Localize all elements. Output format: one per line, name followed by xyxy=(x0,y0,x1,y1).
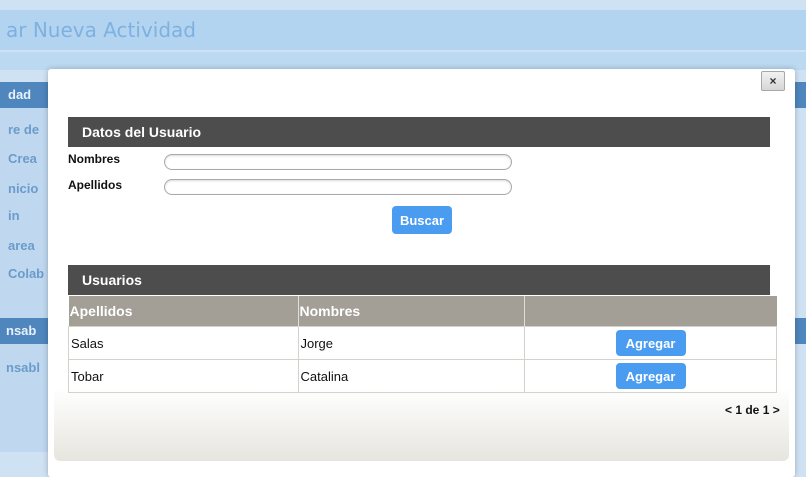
sidebar-field-label: area xyxy=(8,238,35,253)
close-button[interactable]: × xyxy=(761,71,785,91)
sidebar-header-2: nsab xyxy=(0,318,48,344)
apellidos-label: Apellidos xyxy=(68,178,123,192)
sidebar-field-label: Crea xyxy=(8,151,37,166)
cell-action: Agregar xyxy=(523,359,777,393)
pagination[interactable]: < 1 de 1 > xyxy=(725,403,780,417)
sidebar-header: dad xyxy=(0,82,48,108)
nombres-label: Nombres xyxy=(68,152,121,166)
sidebar-field-label: in xyxy=(8,208,20,223)
right-header-edge xyxy=(795,82,806,108)
usuarios-section-header: Usuarios xyxy=(68,265,770,295)
sidebar-header-label: dad xyxy=(8,87,32,102)
sidebar-field-label: nsabl xyxy=(6,360,40,375)
datos-section-header: Datos del Usuario xyxy=(68,117,770,147)
cell-nombres: Catalina xyxy=(297,359,525,393)
page-title: ar Nueva Actividad xyxy=(6,18,196,42)
usuarios-section-title: Usuarios xyxy=(82,272,142,288)
table-row: Salas Jorge Agregar xyxy=(68,326,777,360)
datos-section-title: Datos del Usuario xyxy=(82,124,202,140)
user-search-dialog: × Datos del Usuario Nombres Apellidos Bu… xyxy=(48,69,795,477)
dialog-panel: Datos del Usuario Nombres Apellidos Busc… xyxy=(54,95,789,461)
sidebar-field-label: Colab xyxy=(8,266,45,281)
right-header-edge-2 xyxy=(795,318,806,344)
apellidos-input[interactable] xyxy=(164,179,512,195)
col-header-actions xyxy=(524,296,777,327)
users-table: Apellidos Nombres Salas Jorge Agregar To… xyxy=(68,296,777,393)
search-button[interactable]: Buscar xyxy=(392,206,452,234)
cell-action: Agregar xyxy=(523,326,777,360)
nombres-input[interactable] xyxy=(164,154,512,170)
cell-apellidos: Salas xyxy=(68,326,299,360)
page-title-bar: ar Nueva Actividad xyxy=(0,10,806,50)
sidebar-header-2-label: nsab xyxy=(6,323,37,338)
col-header-apellidos: Apellidos xyxy=(68,296,299,327)
sidebar-field-label: nicio xyxy=(8,181,39,196)
cell-apellidos: Tobar xyxy=(68,359,299,393)
add-user-button[interactable]: Agregar xyxy=(615,363,686,389)
cell-nombres: Jorge xyxy=(297,326,525,360)
title-strip xyxy=(0,52,806,70)
close-icon: × xyxy=(769,74,777,88)
table-row: Tobar Catalina Agregar xyxy=(68,359,777,393)
col-header-nombres: Nombres xyxy=(298,296,525,327)
add-user-button[interactable]: Agregar xyxy=(615,330,686,356)
sidebar-field-label: re de xyxy=(8,122,40,137)
table-header-row: Apellidos Nombres xyxy=(68,296,777,327)
